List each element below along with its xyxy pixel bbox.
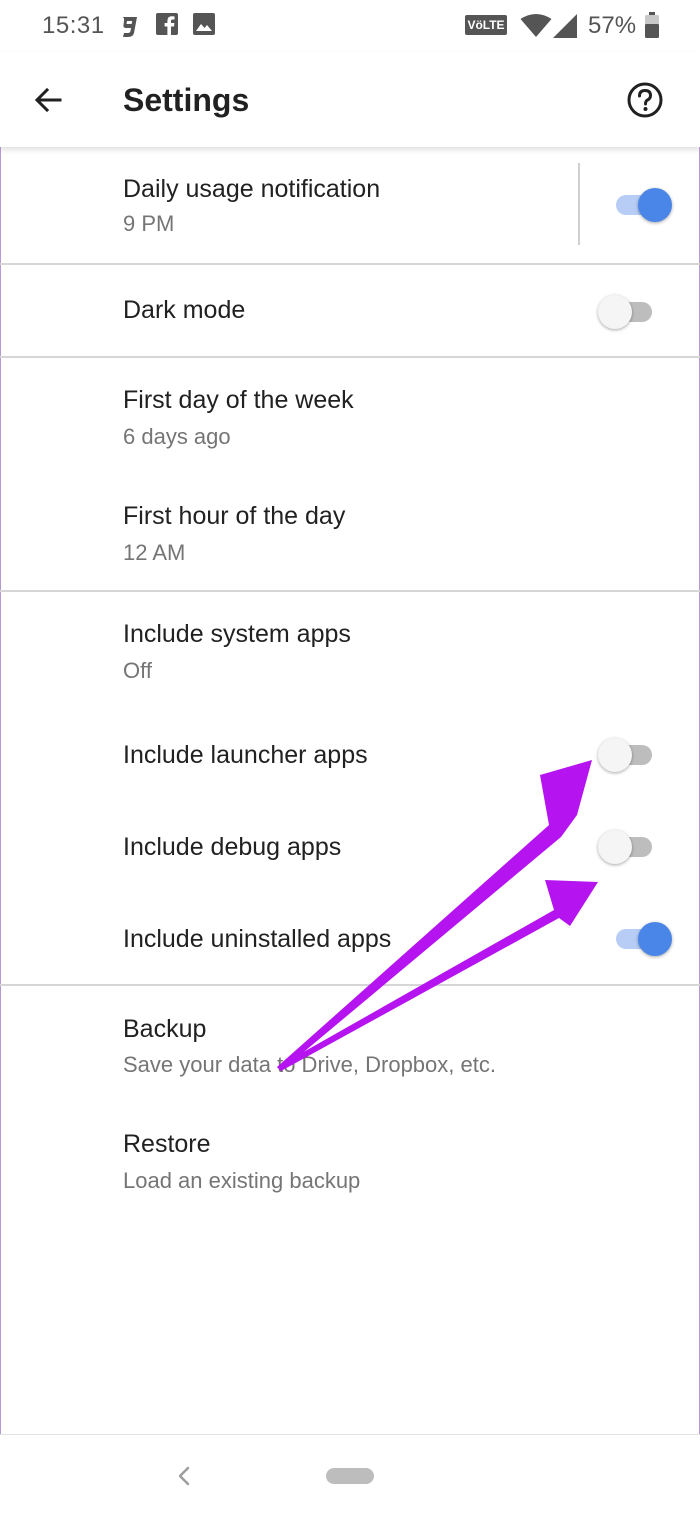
status-bar: 15:31 VöLTE 57% bbox=[0, 0, 700, 52]
help-button[interactable] bbox=[624, 79, 666, 121]
setting-subtitle: Save your data to Drive, Dropbox, etc. bbox=[123, 1052, 496, 1077]
setting-title: Include debug apps bbox=[123, 833, 342, 861]
setting-first-day-of-week[interactable]: First day of the week 6 days ago bbox=[0, 358, 700, 474]
setting-title: First hour of the day bbox=[123, 502, 346, 530]
setting-subtitle: 9 PM bbox=[123, 211, 175, 236]
include-uninstalled-apps-toggle[interactable] bbox=[612, 919, 672, 959]
vertical-divider bbox=[578, 163, 580, 245]
battery-percent: 57% bbox=[588, 12, 637, 39]
g-app-icon bbox=[122, 17, 137, 37]
daily-usage-notification-toggle[interactable] bbox=[612, 185, 672, 225]
setting-title: Daily usage notification bbox=[123, 175, 381, 203]
setting-title: Include uninstalled apps bbox=[123, 925, 392, 953]
nav-home-pill[interactable] bbox=[326, 1468, 374, 1484]
cellular-signal-icon bbox=[553, 14, 577, 38]
back-button[interactable] bbox=[28, 80, 68, 120]
setting-subtitle: 12 AM bbox=[123, 540, 186, 565]
include-launcher-apps-toggle[interactable] bbox=[598, 735, 658, 775]
setting-title: First day of the week bbox=[123, 386, 354, 414]
wifi-icon bbox=[520, 14, 552, 37]
setting-title: Restore bbox=[123, 1130, 211, 1158]
setting-title: Include system apps bbox=[123, 620, 351, 648]
arrow-back-icon bbox=[34, 87, 62, 113]
battery-icon bbox=[645, 12, 659, 38]
setting-backup[interactable]: Backup Save your data to Drive, Dropbox,… bbox=[0, 986, 700, 1102]
page-title: Settings bbox=[123, 82, 250, 118]
volte-icon: VöLTE bbox=[465, 15, 507, 35]
status-time: 15:31 bbox=[42, 12, 105, 39]
nav-back-icon[interactable] bbox=[172, 1463, 198, 1489]
setting-include-debug-apps[interactable]: Include debug apps bbox=[0, 802, 700, 894]
setting-subtitle: Off bbox=[123, 658, 152, 683]
help-circle-icon bbox=[627, 82, 663, 118]
setting-subtitle: Load an existing backup bbox=[123, 1168, 361, 1193]
navigation-bar bbox=[0, 1434, 700, 1517]
setting-include-uninstalled-apps[interactable]: Include uninstalled apps bbox=[0, 894, 700, 984]
setting-daily-usage-notification[interactable]: Daily usage notification 9 PM bbox=[0, 147, 700, 263]
setting-restore[interactable]: Restore Load an existing backup bbox=[0, 1102, 700, 1218]
include-debug-apps-toggle[interactable] bbox=[598, 827, 658, 867]
volte-label: VöLTE bbox=[467, 18, 505, 32]
setting-include-system-apps[interactable]: Include system apps Off bbox=[0, 592, 700, 710]
setting-first-hour-of-day[interactable]: First hour of the day 12 AM bbox=[0, 474, 700, 590]
setting-title: Include launcher apps bbox=[123, 741, 368, 769]
app-bar: Settings bbox=[0, 52, 700, 147]
facebook-icon bbox=[156, 13, 178, 35]
setting-subtitle: 6 days ago bbox=[123, 424, 231, 449]
dark-mode-toggle[interactable] bbox=[598, 292, 658, 332]
setting-dark-mode[interactable]: Dark mode bbox=[0, 265, 700, 356]
setting-title: Backup bbox=[123, 1015, 207, 1043]
setting-include-launcher-apps[interactable]: Include launcher apps bbox=[0, 710, 700, 802]
setting-title: Dark mode bbox=[123, 296, 246, 324]
image-icon bbox=[193, 13, 215, 35]
